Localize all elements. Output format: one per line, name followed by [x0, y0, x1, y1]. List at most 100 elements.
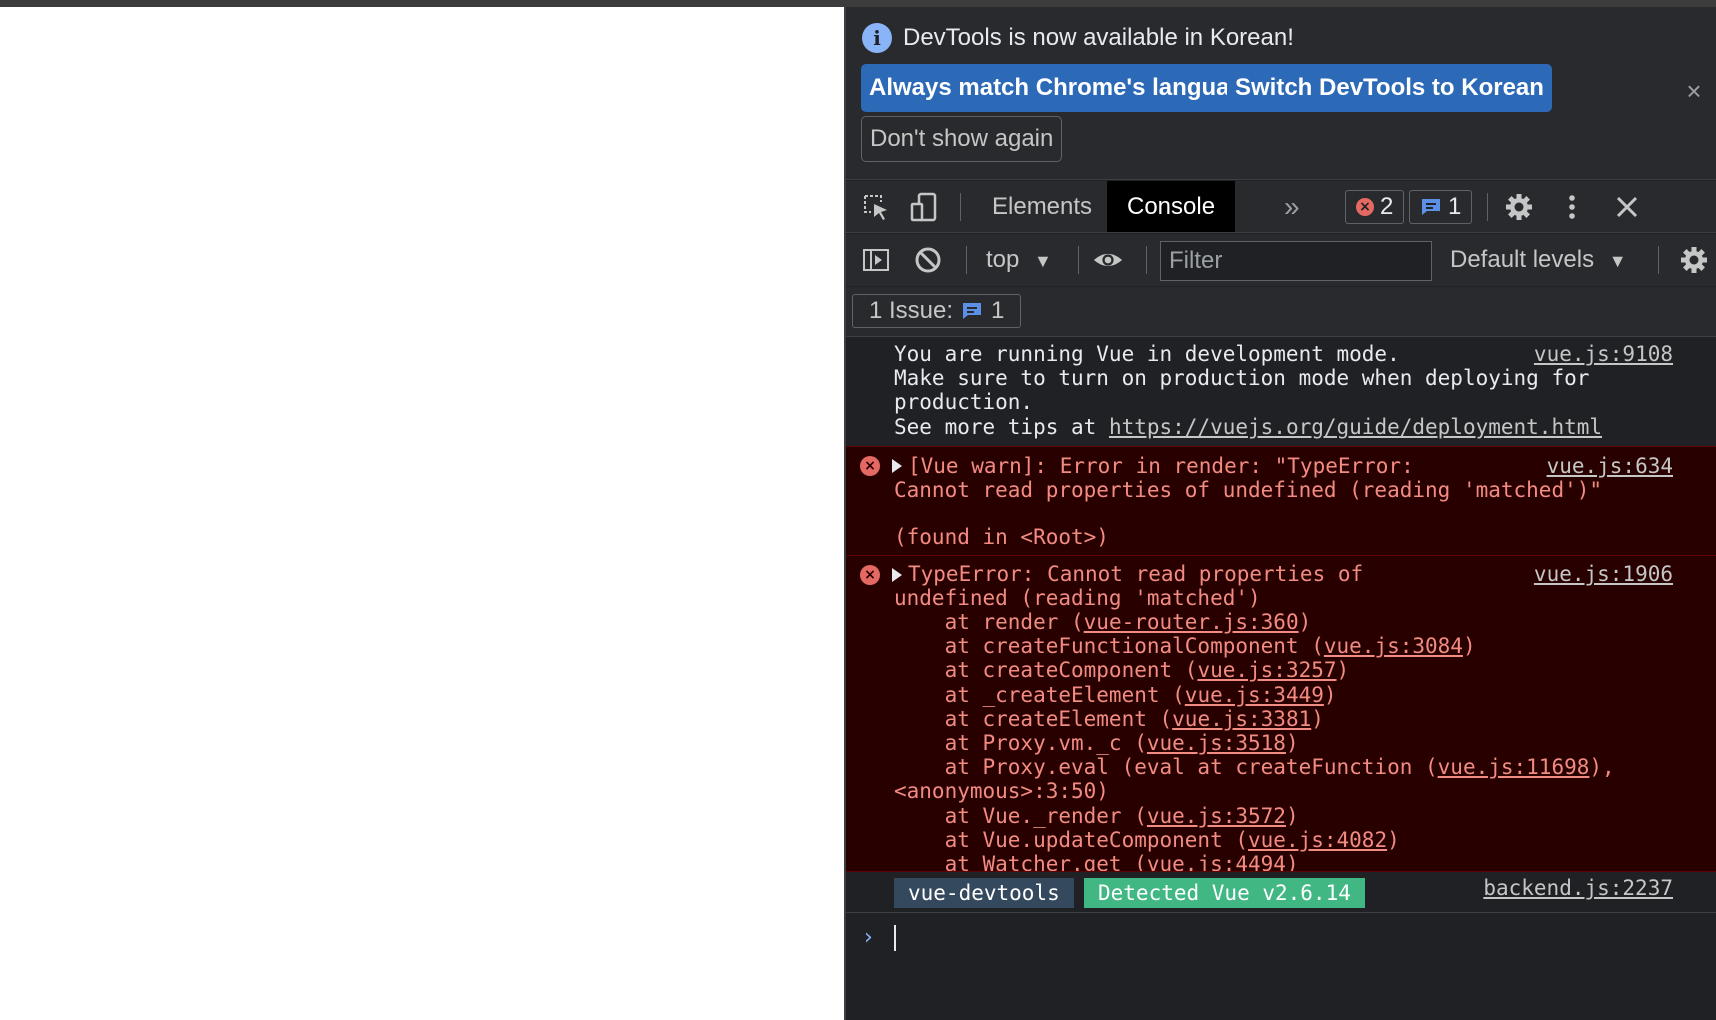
- stack-frame-text: ): [1298, 610, 1312, 634]
- stack-frame-link[interactable]: vue.js:3257: [1197, 658, 1336, 682]
- stack-frame-link[interactable]: vue.js:3084: [1324, 634, 1463, 658]
- clear-console-icon[interactable]: [912, 244, 944, 276]
- stack-frame: at Proxy.eval (eval at createFunction (v…: [894, 755, 1615, 779]
- expand-arrow-icon[interactable]: [892, 568, 902, 582]
- stack-frame-text: ): [1285, 803, 1299, 828]
- console-settings-gear-icon[interactable]: [1678, 244, 1710, 276]
- stack-frame: at _createElement (vue.js:3449): [894, 683, 1337, 707]
- stack-frame-link[interactable]: vue.js:3518: [1147, 731, 1286, 755]
- stack-frame-text: ): [1285, 731, 1299, 755]
- log-text: See more tips at: [894, 415, 1109, 439]
- error-icon: ×: [860, 456, 880, 476]
- stack-frame: at Vue._render (vue.js:3572): [894, 804, 1299, 828]
- device-toolbar-icon[interactable]: [908, 191, 940, 223]
- issue-message-icon: [963, 303, 982, 319]
- dropdown-arrow-icon: ▼: [1608, 251, 1627, 271]
- stack-frame-text: at Vue.updateComponent (: [894, 827, 1249, 852]
- toolbar-divider: [1487, 193, 1488, 221]
- console-prompt[interactable]: ›: [846, 912, 1716, 962]
- stack-frame-link[interactable]: vue.js:4082: [1248, 828, 1387, 852]
- stack-frame-text: at Proxy.eval (eval at createFunction (: [894, 755, 1438, 780]
- devtools-badge-row: vue-devtools Detected Vue v2.6.14 backen…: [846, 871, 1716, 909]
- stack-frame: at createFunctionalComponent (vue.js:308…: [894, 634, 1476, 658]
- settings-gear-icon[interactable]: [1503, 191, 1535, 223]
- live-expression-eye-icon[interactable]: [1092, 244, 1124, 276]
- infobar-close-icon[interactable]: ×: [1680, 77, 1708, 105]
- error-line: [Vue warn]: Error in render: "TypeError:: [908, 454, 1414, 478]
- stack-frame-text: at Vue._render (: [894, 803, 1147, 828]
- vue-devtools-badge: vue-devtools: [894, 878, 1074, 908]
- stack-frame-link[interactable]: vue.js:3572: [1147, 804, 1286, 828]
- source-link[interactable]: vue.js:634: [1547, 454, 1673, 478]
- issues-button[interactable]: 1 Issue: 1: [852, 294, 1022, 328]
- source-link[interactable]: vue.js:1906: [1534, 562, 1673, 586]
- stack-frame-link[interactable]: vue.js:3381: [1172, 707, 1311, 731]
- stack-frame-text: ),: [1589, 755, 1615, 780]
- close-devtools-icon[interactable]: [1611, 191, 1643, 223]
- stack-frame-text: ): [1462, 634, 1476, 659]
- error-line: Cannot read properties of undefined (rea…: [894, 478, 1603, 502]
- infobar-message: DevTools is now available in Korean!: [903, 24, 1294, 51]
- stack-frame: <anonymous>:3:50): [894, 779, 1109, 803]
- source-link[interactable]: backend.js:2237: [1483, 876, 1673, 900]
- console-log-message: You are running Vue in development mode.…: [846, 338, 1716, 446]
- filter-input[interactable]: [1160, 241, 1432, 281]
- stack-frame-text: at createElement (: [894, 706, 1173, 731]
- devtools-tabbar: Elements Console » × 2 1: [846, 181, 1716, 233]
- stack-frame-text: at createComponent (: [894, 658, 1198, 683]
- stack-frame-text: at render (: [894, 610, 1084, 634]
- error-line: undefined (reading 'matched'): [894, 586, 1261, 610]
- toolbar-divider: [1658, 246, 1659, 274]
- toolbar-divider: [1146, 246, 1147, 274]
- error-count: 2: [1380, 193, 1394, 220]
- toolbar-divider: [966, 246, 967, 274]
- stack-frame-text: ): [1311, 706, 1324, 731]
- log-levels-select[interactable]: Default levels ▼: [1450, 234, 1627, 286]
- log-line: You are running Vue in development mode.: [894, 342, 1400, 366]
- match-language-button[interactable]: Always match Chrome's language: [861, 64, 1266, 112]
- stack-frame-text: at createFunctionalComponent (: [894, 634, 1324, 659]
- toolbar-divider: [960, 193, 961, 221]
- deployment-guide-link[interactable]: https://vuejs.org/guide/deployment.html: [1109, 415, 1602, 439]
- error-counter[interactable]: × 2: [1345, 190, 1405, 224]
- stack-frame-link[interactable]: vue.js:3449: [1185, 683, 1324, 707]
- switch-language-button[interactable]: Switch DevTools to Korean: [1227, 64, 1552, 112]
- issues-count: 1: [991, 297, 1005, 324]
- inspect-element-icon[interactable]: [860, 191, 892, 223]
- toolbar-divider: [1078, 246, 1079, 274]
- context-select[interactable]: top ▼: [986, 234, 1052, 286]
- stack-frame-text: <anonymous>:3:50): [894, 779, 1109, 804]
- show-sidebar-icon[interactable]: [860, 244, 892, 276]
- stack-frame: at Vue.updateComponent (vue.js:4082): [894, 828, 1400, 852]
- stack-frame-text: at _createElement (: [894, 682, 1185, 707]
- expand-arrow-icon[interactable]: [892, 459, 902, 473]
- context-value: top: [986, 246, 1020, 273]
- console-messages: You are running Vue in development mode.…: [846, 338, 1716, 1020]
- stack-frame-link[interactable]: vue-router.js:360: [1084, 610, 1299, 634]
- source-link[interactable]: vue.js:9108: [1534, 342, 1673, 366]
- tab-console[interactable]: Console: [1107, 181, 1236, 232]
- stack-frame: at render (vue-router.js:360): [894, 610, 1312, 634]
- vue-version-badge: Detected Vue v2.6.14: [1084, 878, 1365, 908]
- issues-label: 1 Issue:: [869, 297, 954, 324]
- stack-frame-text: ): [1387, 827, 1400, 852]
- message-count: 1: [1448, 193, 1462, 220]
- page-viewport[interactable]: [0, 7, 844, 1020]
- error-line: (found in <Root>): [894, 525, 1109, 549]
- stack-frame: at Proxy.vm._c (vue.js:3518): [894, 731, 1299, 755]
- stack-frame-text: at Proxy.vm._c (: [894, 731, 1147, 755]
- stack-frame-link[interactable]: vue.js:11698: [1438, 755, 1590, 779]
- more-tabs-icon[interactable]: »: [1284, 181, 1300, 232]
- prompt-chevron-icon: ›: [864, 925, 873, 950]
- tab-elements[interactable]: Elements: [972, 181, 1112, 232]
- message-icon: [1422, 199, 1440, 215]
- dont-show-again-button[interactable]: Don't show again: [861, 116, 1063, 162]
- log-line: production.: [894, 390, 1034, 414]
- info-icon: i: [862, 23, 892, 53]
- message-counter[interactable]: 1: [1409, 190, 1473, 224]
- log-levels-value: Default levels: [1450, 246, 1595, 273]
- log-line: Make sure to turn on production mode whe…: [894, 366, 1590, 390]
- more-options-icon[interactable]: [1556, 191, 1588, 223]
- error-line: TypeError: Cannot read properties of: [908, 562, 1364, 586]
- text-caret: [894, 925, 896, 951]
